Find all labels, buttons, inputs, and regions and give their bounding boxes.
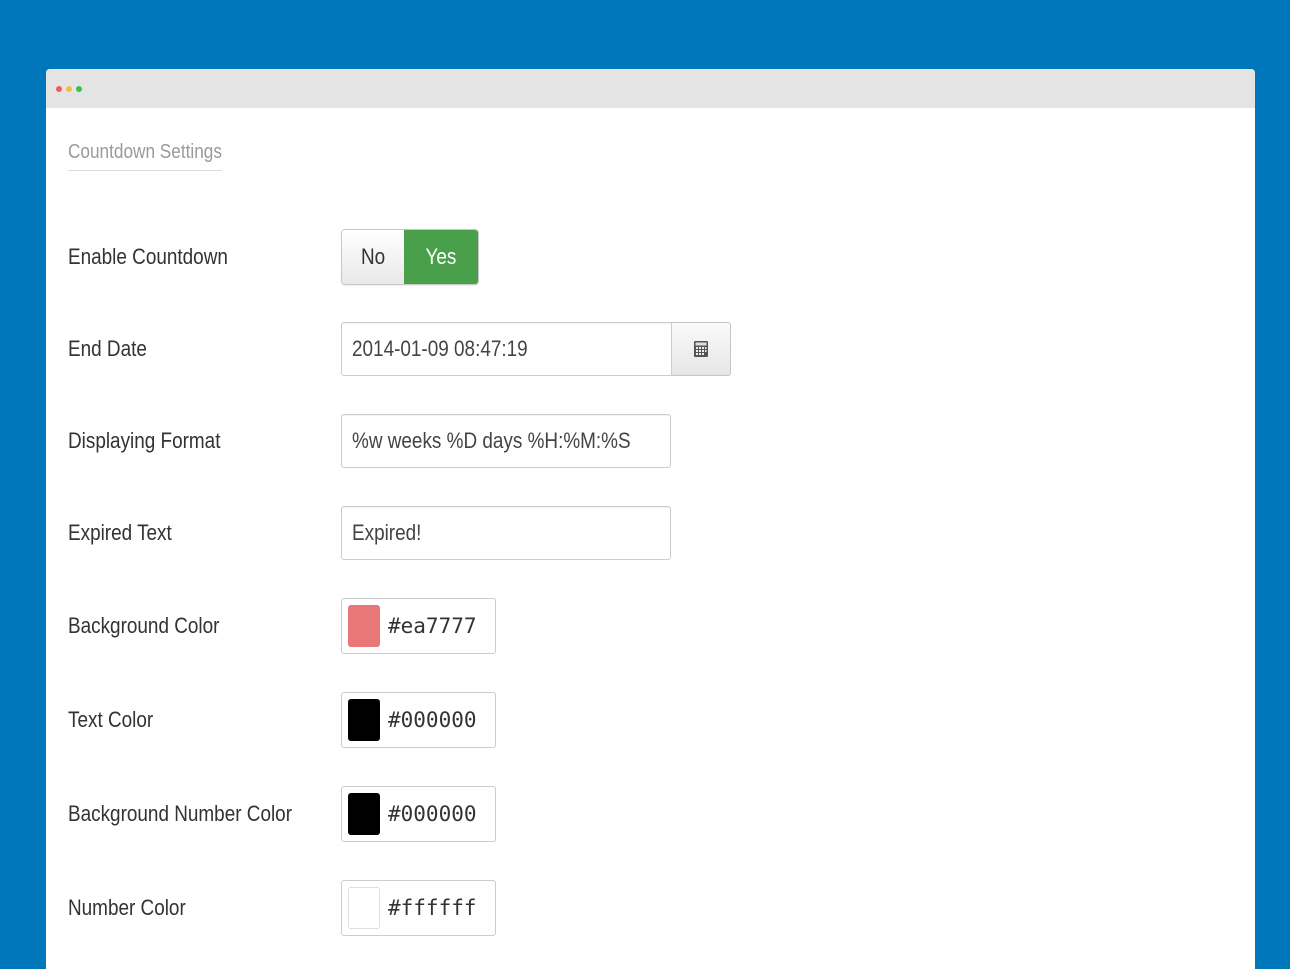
bg-color-control: #ea7777 bbox=[341, 598, 496, 654]
format-input[interactable]: %w weeks %D days %H:%M:%S bbox=[341, 414, 671, 468]
text-color-input[interactable]: #000000 bbox=[341, 692, 496, 748]
toggle-yes-label: Yes bbox=[425, 244, 457, 269]
window-titlebar bbox=[46, 69, 1255, 108]
text-color-swatch bbox=[348, 699, 380, 741]
enable-countdown-toggle[interactable]: No Yes bbox=[341, 229, 479, 285]
expired-text-input[interactable]: Expired! bbox=[341, 506, 671, 560]
calendar-icon bbox=[694, 341, 708, 357]
bg-color-row: Background Color #ea7777 bbox=[46, 597, 1255, 655]
number-color-swatch bbox=[348, 887, 380, 929]
text-color-control: #000000 bbox=[341, 692, 496, 748]
enable-countdown-label: Enable Countdown bbox=[68, 244, 228, 269]
calendar-button[interactable] bbox=[672, 322, 731, 376]
number-color-input[interactable]: #ffffff bbox=[341, 880, 496, 936]
bg-number-color-control: #000000 bbox=[341, 786, 496, 842]
expired-text-control: Expired! bbox=[341, 506, 671, 560]
format-control: %w weeks %D days %H:%M:%S bbox=[341, 414, 671, 468]
expired-text-value: Expired! bbox=[352, 520, 422, 545]
format-value: %w weeks %D days %H:%M:%S bbox=[352, 428, 631, 453]
expired-text-row: Expired Text Expired! bbox=[46, 504, 1255, 562]
bg-number-color-input[interactable]: #000000 bbox=[341, 786, 496, 842]
end-date-value: 2014-01-09 08:47:19 bbox=[352, 336, 528, 361]
bg-color-swatch bbox=[348, 605, 380, 647]
enable-countdown-row: Enable Countdown No Yes bbox=[46, 228, 1255, 286]
bg-number-color-value: #000000 bbox=[388, 802, 477, 826]
number-color-row: Number Color #ffffff bbox=[46, 879, 1255, 937]
toggle-no-button[interactable]: No bbox=[342, 230, 404, 284]
text-color-label: Text Color bbox=[68, 707, 154, 732]
enable-countdown-control: No Yes bbox=[341, 229, 479, 285]
end-date-input[interactable]: 2014-01-09 08:47:19 bbox=[341, 322, 672, 376]
text-color-value: #000000 bbox=[388, 708, 477, 732]
minimize-dot-icon[interactable] bbox=[66, 86, 72, 92]
bg-color-value: #ea7777 bbox=[388, 614, 477, 638]
settings-window: Countdown Settings Enable Countdown No Y… bbox=[46, 69, 1255, 969]
bg-color-label: Background Color bbox=[68, 613, 220, 638]
bg-number-color-row: Background Number Color #000000 bbox=[46, 785, 1255, 843]
bg-color-input[interactable]: #ea7777 bbox=[341, 598, 496, 654]
number-color-control: #ffffff bbox=[341, 880, 496, 936]
toggle-no-label: No bbox=[360, 244, 386, 269]
number-color-value: #ffffff bbox=[388, 896, 477, 920]
number-color-label: Number Color bbox=[68, 895, 186, 920]
format-row: Displaying Format %w weeks %D days %H:%M… bbox=[46, 412, 1255, 470]
toggle-yes-button[interactable]: Yes bbox=[404, 230, 478, 284]
bg-number-color-label: Background Number Color bbox=[68, 801, 293, 826]
section-title: Countdown Settings bbox=[68, 141, 222, 171]
end-date-control: 2014-01-09 08:47:19 bbox=[341, 322, 731, 376]
close-dot-icon[interactable] bbox=[56, 86, 62, 92]
maximize-dot-icon[interactable] bbox=[76, 86, 82, 92]
end-date-label: End Date bbox=[68, 336, 147, 361]
bg-number-color-swatch bbox=[348, 793, 380, 835]
end-date-row: End Date 2014-01-09 08:47:19 bbox=[46, 320, 1255, 378]
expired-text-label: Expired Text bbox=[68, 520, 172, 545]
text-color-row: Text Color #000000 bbox=[46, 691, 1255, 749]
format-label: Displaying Format bbox=[68, 428, 221, 453]
